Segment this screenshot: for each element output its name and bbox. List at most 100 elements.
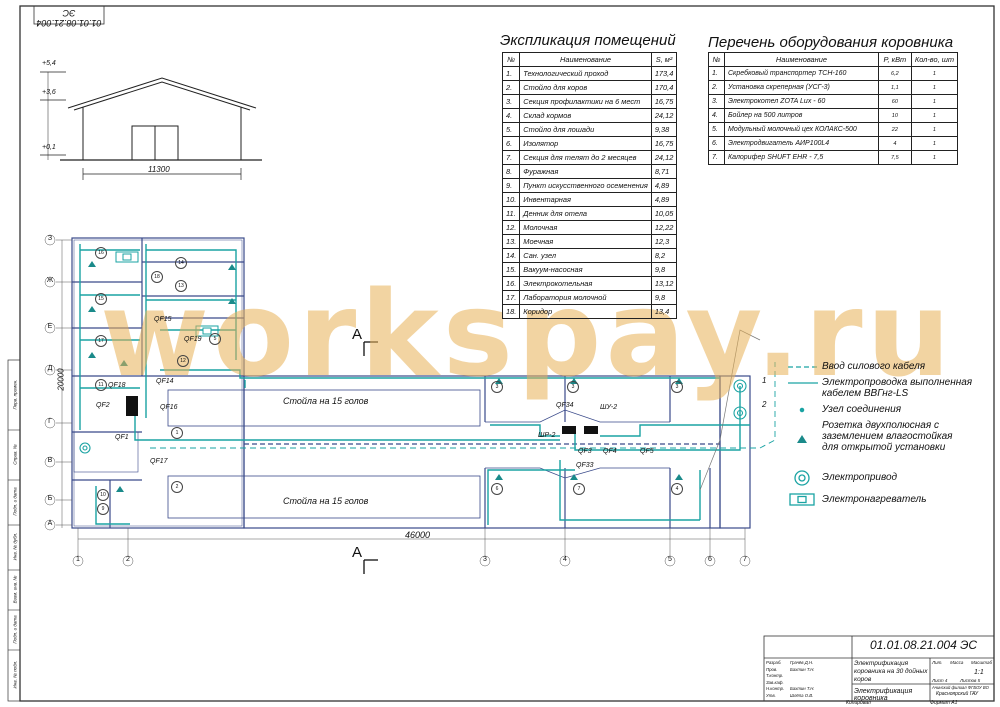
- breaker-label: QF19: [184, 336, 202, 343]
- stamp-role: Утв.: [766, 692, 776, 698]
- col-header: Наименование: [519, 52, 652, 67]
- panel-label: ШР-2: [538, 432, 556, 439]
- legend-socket-icon: [797, 435, 807, 443]
- breaker-label: QF34: [556, 402, 574, 409]
- room-number-marker: 3: [491, 381, 503, 393]
- stamp-faculty: Ачинский филиал ФГБОУ ВО: [932, 685, 989, 690]
- explication-cell: Склад кормов: [519, 108, 652, 123]
- explication-cell: 4,89: [650, 178, 678, 193]
- explication-title: Экспликация помещений: [500, 32, 676, 49]
- stamp-format: Формат А1: [930, 700, 958, 706]
- room-number-marker: 11: [95, 379, 107, 391]
- row-axis-label: Ж: [46, 277, 54, 284]
- equipment-cell: 6.: [708, 136, 725, 151]
- explication-cell: 11.: [501, 206, 521, 221]
- side-strip-label: Подп. и дата: [12, 615, 18, 644]
- breaker-label: QF17: [150, 458, 168, 465]
- stamp-role: Разраб.: [766, 660, 782, 665]
- explication-cell: Денник для отела: [519, 206, 652, 221]
- stamp-col-head: Масштаб: [970, 660, 992, 665]
- explication-row: 3. Секция профилактики на 6 мест 16,75: [501, 94, 678, 109]
- equipment-row: 2. Установка скреперная (УСГ-3) 1,1 1: [708, 80, 959, 95]
- stamp-copied: Копировал: [846, 700, 871, 706]
- explication-row: 2. Стойло для коров 170,4: [501, 80, 678, 95]
- stamp-role: Зав.каф.: [766, 679, 784, 685]
- equipment-cell: 10: [877, 108, 912, 123]
- equipment-cell: Скребковый транспортер ТСН-160: [724, 66, 879, 81]
- equipment-cell: 1: [910, 136, 959, 151]
- explication-cell: Технологический проход: [519, 66, 652, 81]
- explication-row: 11. Денник для отела 10,05: [501, 206, 678, 221]
- breaker-label: QF5: [640, 448, 654, 455]
- explication-cell: 5.: [501, 122, 521, 137]
- stamp-scale: 1:1: [974, 669, 984, 676]
- explication-cell: 9,8: [650, 262, 678, 277]
- room-number-marker: 18: [151, 271, 163, 283]
- equipment-row: 3. Электрокотел ZOTA Lux - 60 60 1: [708, 94, 959, 109]
- dim-length: 46000: [405, 530, 431, 540]
- level-label: +0,1: [42, 144, 56, 151]
- explication-cell: Молочная: [519, 220, 652, 235]
- equipment-cell: 7.: [708, 150, 725, 165]
- breaker-label: QF14: [156, 378, 174, 385]
- row-axis-label: В: [47, 457, 53, 464]
- explication-row: 18. Коридор 13,4: [501, 304, 678, 319]
- equipment-row: 4. Бойлер на 500 литров 10 1: [708, 108, 959, 123]
- legend-item-heater: Электронагреватель: [822, 494, 927, 505]
- room-number-marker: 9: [97, 503, 109, 515]
- explication-cell: 12,22: [650, 220, 678, 235]
- col-axis-label: 5: [668, 556, 672, 563]
- stamp-col-head: Масса: [950, 660, 964, 665]
- row-axis-label: Д: [47, 365, 53, 372]
- col-header: P, кВт: [877, 52, 912, 67]
- feed-number: 1: [762, 376, 767, 385]
- breaker-label: QF16: [160, 404, 178, 411]
- equipment-cell: 1: [910, 80, 959, 95]
- dim-height: 20000: [56, 368, 66, 391]
- room-number-marker: 1: [171, 427, 183, 439]
- explication-cell: 3.: [501, 94, 521, 109]
- equipment-cell: 4.: [708, 108, 725, 123]
- explication-row: 1. Технологический проход 173,4: [501, 66, 678, 81]
- explication-cell: 9,8: [650, 290, 678, 305]
- side-strip-label: Инв. № подл.: [12, 660, 18, 689]
- explication-cell: 170,4: [650, 80, 678, 95]
- room-number-marker: 4: [671, 483, 683, 495]
- equipment-cell: 3.: [708, 94, 725, 109]
- equipment-cell: Бойлер на 500 литров: [724, 108, 879, 123]
- equipment-cell: 1: [910, 108, 959, 123]
- equipment-cell: 1.: [708, 66, 725, 81]
- stall-label-top: Стойла на 15 голов: [283, 396, 369, 406]
- row-axis-label: Е: [47, 323, 53, 330]
- explication-row: 6. Изолятор 16,75: [501, 136, 678, 151]
- legend-item-cable-in: Ввод силового кабеля: [822, 361, 926, 372]
- stamp-org: Красноярский ГАУ: [936, 691, 979, 697]
- explication-cell: 8,2: [650, 248, 678, 263]
- explication-row: 14. Сан. узел 8,2: [501, 248, 678, 263]
- explication-cell: 15.: [501, 262, 521, 277]
- room-number-marker: 6: [491, 483, 503, 495]
- explication-row: 9. Пункт искусственного осеменения 4,89: [501, 178, 678, 193]
- explication-row: 8. Фуражная 8,71: [501, 164, 678, 179]
- explication-cell: 13.: [501, 234, 521, 249]
- stamp-role: Пров.: [766, 666, 778, 672]
- explication-cell: 24,12: [650, 108, 678, 123]
- room-number-marker: 14: [175, 257, 187, 269]
- equipment-cell: 7,5: [877, 150, 912, 165]
- explication-cell: Электрокотельная: [519, 276, 652, 291]
- equipment-cell: Электрокотел ZOTA Lux - 60: [724, 94, 879, 109]
- explication-cell: Лаборатория молочной: [519, 290, 652, 305]
- explication-cell: 10,05: [650, 206, 678, 221]
- section-mark-bottom: А: [352, 544, 363, 561]
- equipment-row: 5. Модульный молочный цех КОЛАКС-500 22 1: [708, 122, 959, 137]
- breaker-label: QF1: [115, 434, 129, 441]
- explication-cell: Вакуум-насосная: [519, 262, 652, 277]
- explication-cell: Секция для телят до 2 месяцев: [519, 150, 652, 165]
- col-header: №: [708, 52, 725, 67]
- equipment-cell: 1: [910, 94, 959, 109]
- col-axis-label: 2: [126, 556, 130, 563]
- stamp-name: Бахтин Т.Н.: [790, 686, 815, 691]
- row-axis-label: З: [47, 235, 53, 242]
- col-axis-label: 3: [483, 556, 487, 563]
- breaker-label: QF33: [576, 462, 594, 469]
